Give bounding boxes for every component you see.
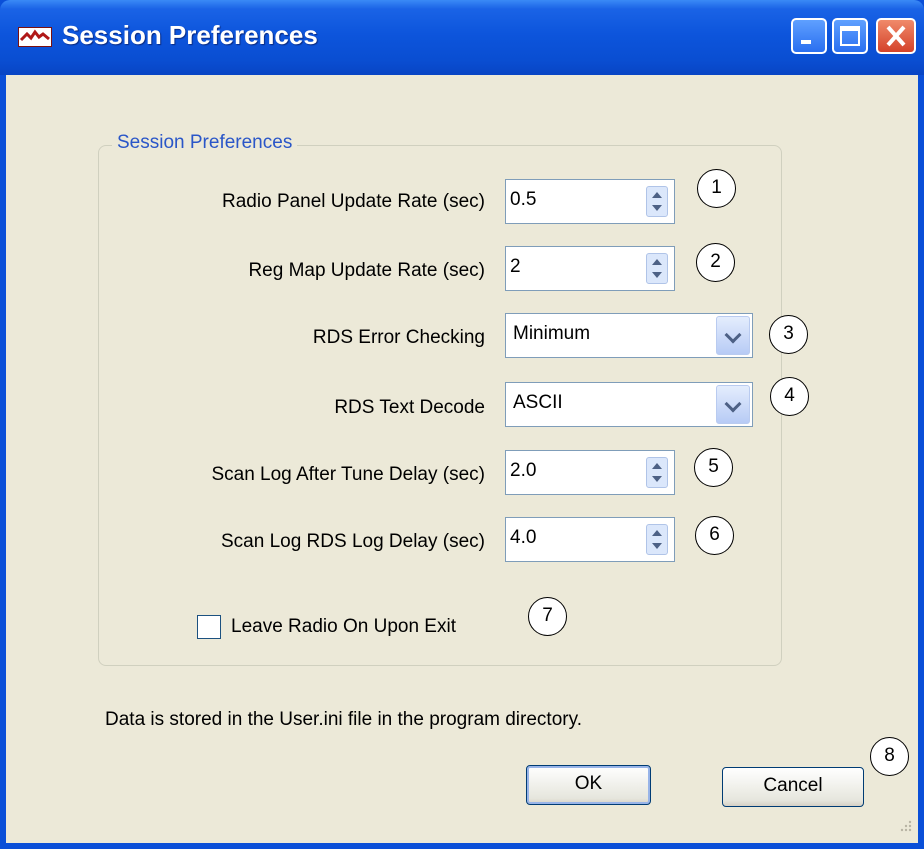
rds-error-value[interactable]: Minimum <box>513 323 590 345</box>
rds-text-value[interactable]: ASCII <box>513 392 563 414</box>
scan-rds-delay-label: Scan Log RDS Log Delay (sec) <box>220 531 485 552</box>
close-button[interactable] <box>876 18 916 54</box>
callout-badge: 7 <box>528 597 567 636</box>
chevron-down-icon[interactable] <box>716 316 750 355</box>
reg-map-rate-stepper[interactable]: 2 <box>505 246 675 291</box>
group-label: Session Preferences <box>112 132 298 154</box>
maximize-button[interactable] <box>832 18 868 54</box>
spin-arrows-icon[interactable] <box>646 457 668 488</box>
chevron-down-icon[interactable] <box>716 385 750 424</box>
radio-panel-rate-label: Radio Panel Update Rate (sec) <box>222 191 485 212</box>
spin-arrows-icon[interactable] <box>646 253 668 284</box>
storage-note: Data is stored in the User.ini file in t… <box>105 709 582 730</box>
spin-arrows-icon[interactable] <box>646 524 668 555</box>
rds-error-label: RDS Error Checking <box>312 327 485 348</box>
leave-radio-on-checkbox[interactable] <box>197 615 221 639</box>
leave-radio-on-label[interactable]: Leave Radio On Upon Exit <box>231 616 456 638</box>
reg-map-rate-label: Reg Map Update Rate (sec) <box>248 260 485 281</box>
callout-badge: 1 <box>697 169 736 208</box>
dialog-body: Session Preferences Radio Panel Update R… <box>6 75 918 843</box>
maximize-icon <box>840 26 860 46</box>
spin-arrows-icon[interactable] <box>646 186 668 217</box>
callout-badge: 6 <box>695 516 734 555</box>
app-logo-icon <box>18 27 52 47</box>
callout-badge: 2 <box>696 243 735 282</box>
dialog-window: Session Preferences Session Preferences … <box>0 0 924 849</box>
minimize-icon <box>801 40 811 44</box>
scan-after-tune-value[interactable]: 2.0 <box>510 460 536 482</box>
window-title: Session Preferences <box>62 20 318 50</box>
callout-badge: 8 <box>870 737 909 776</box>
ok-button[interactable]: OK <box>526 765 651 805</box>
radio-panel-rate-stepper[interactable]: 0.5 <box>505 179 675 224</box>
callout-badge: 3 <box>769 315 808 354</box>
reg-map-rate-value[interactable]: 2 <box>510 256 521 278</box>
close-icon <box>886 25 906 47</box>
callout-badge: 5 <box>694 448 733 487</box>
radio-panel-rate-value[interactable]: 0.5 <box>510 189 536 211</box>
rds-error-select[interactable]: Minimum <box>505 313 753 358</box>
cancel-button[interactable]: Cancel <box>722 767 864 807</box>
rds-text-label: RDS Text Decode <box>334 397 485 418</box>
scan-rds-delay-value[interactable]: 4.0 <box>510 527 536 549</box>
callout-badge: 4 <box>770 377 809 416</box>
scan-after-tune-label: Scan Log After Tune Delay (sec) <box>211 464 485 485</box>
scan-after-tune-stepper[interactable]: 2.0 <box>505 450 675 495</box>
rds-text-select[interactable]: ASCII <box>505 382 753 427</box>
title-bar[interactable]: Session Preferences <box>0 0 924 75</box>
resize-grip-icon[interactable] <box>899 819 913 833</box>
scan-rds-delay-stepper[interactable]: 4.0 <box>505 517 675 562</box>
minimize-button[interactable] <box>791 18 827 54</box>
